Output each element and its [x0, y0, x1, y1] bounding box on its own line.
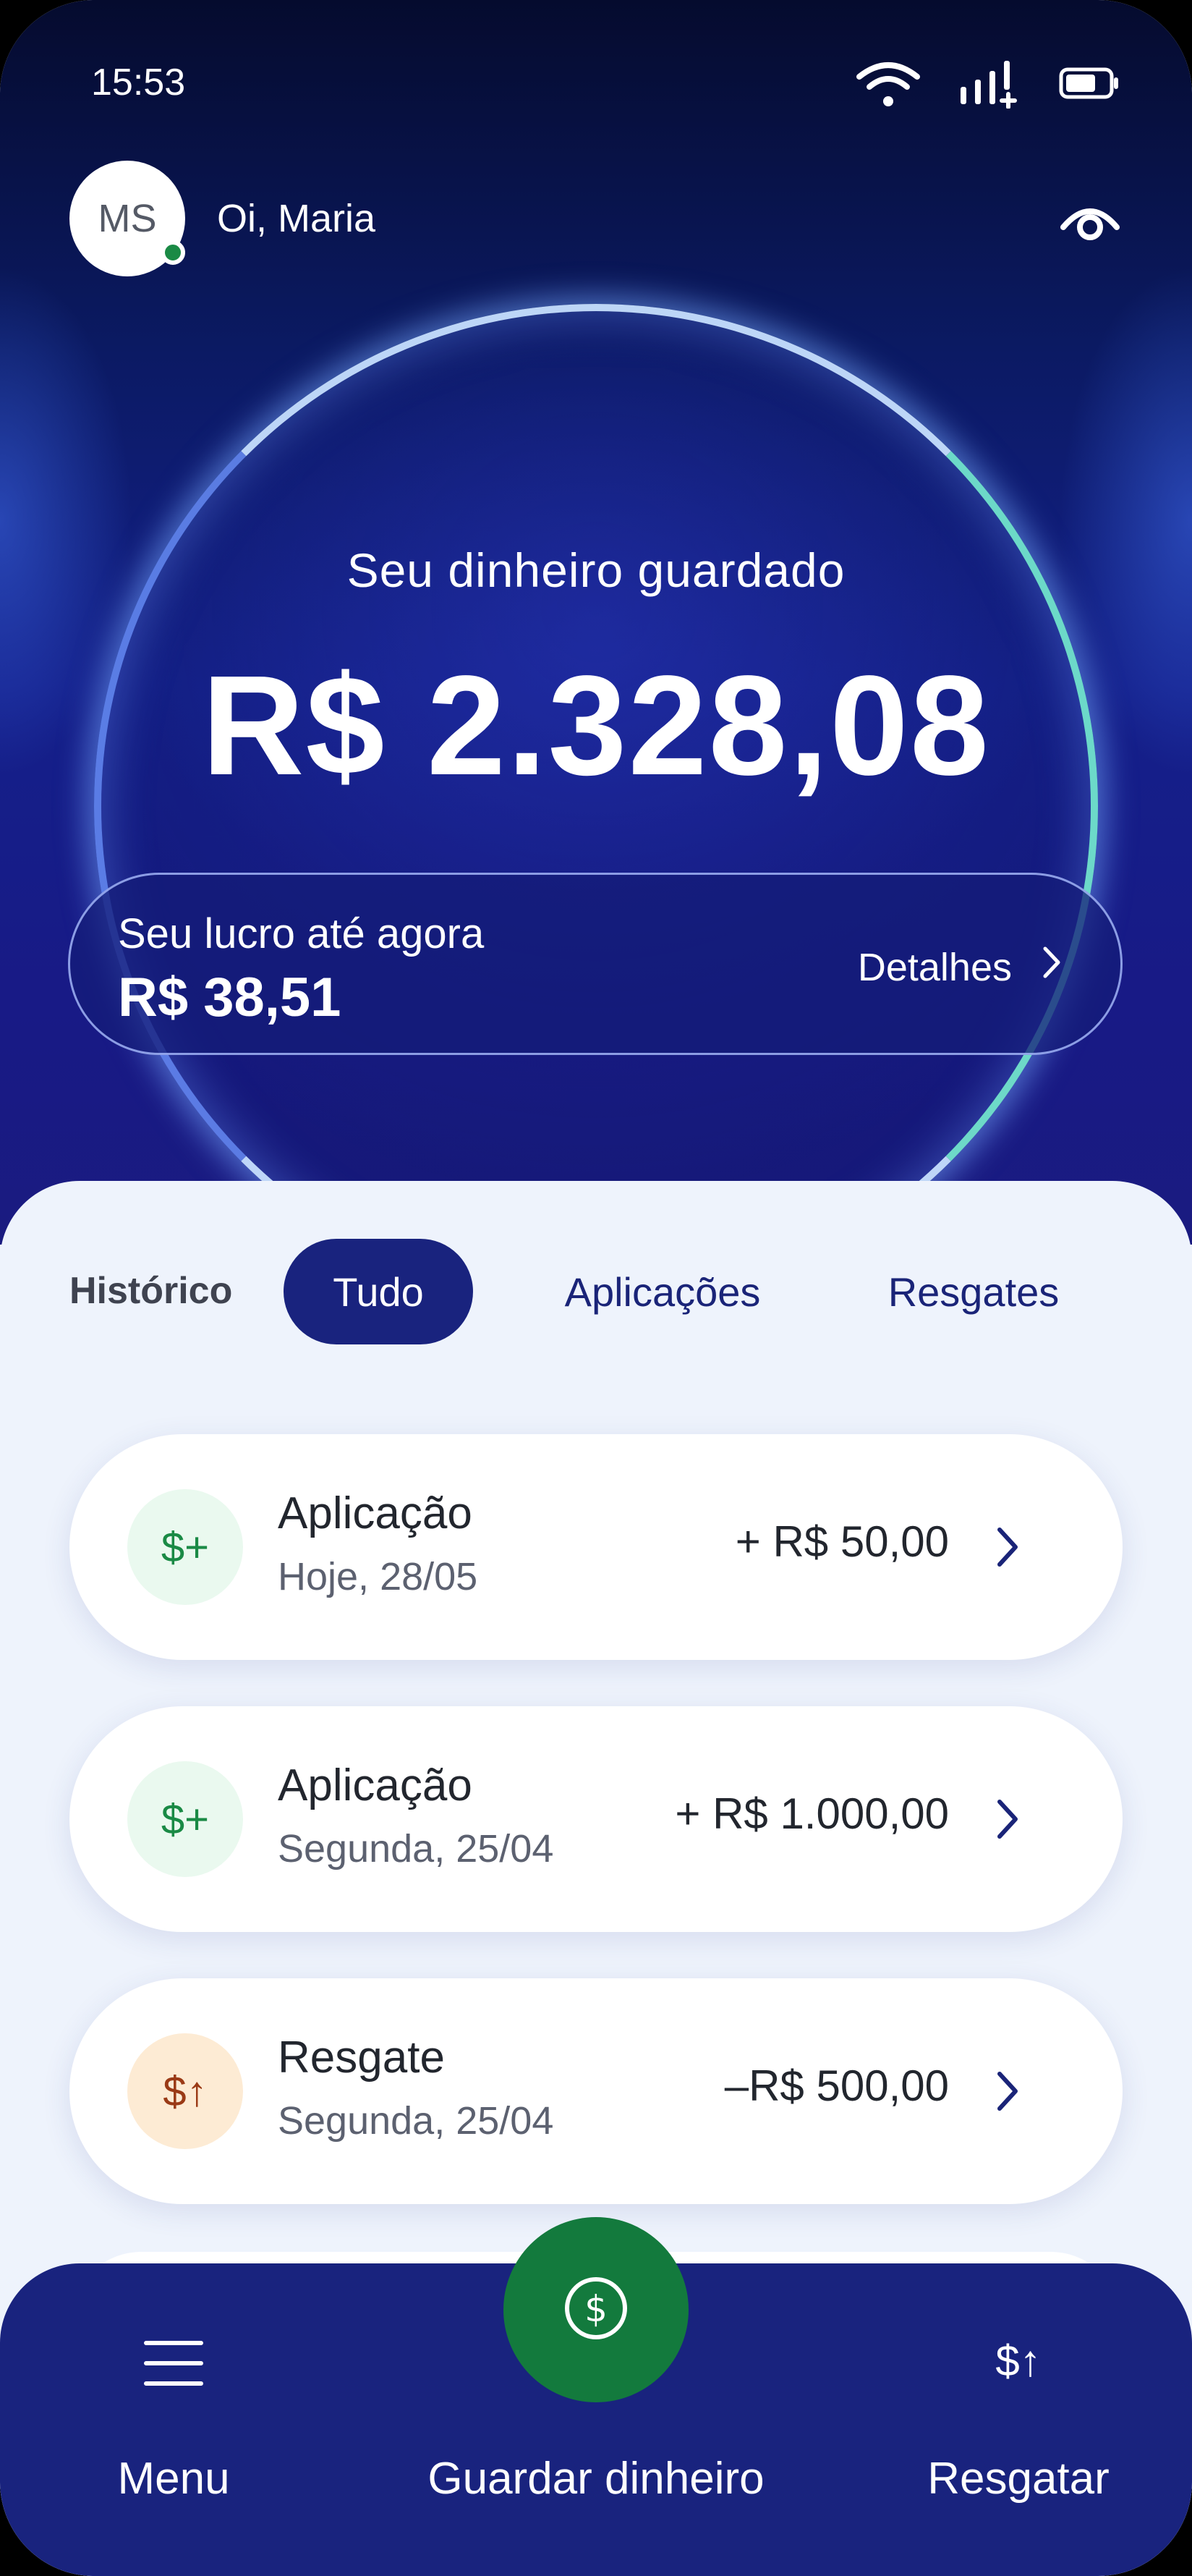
transaction-row[interactable]: $↑ Resgate Segunda, 25/04 –R$ 500,00 — [69, 1978, 1123, 2204]
avatar[interactable]: MS — [69, 161, 185, 276]
transaction-amount: + R$ 50,00 — [735, 1517, 949, 1566]
transaction-date: Segunda, 25/04 — [278, 2099, 554, 2143]
withdraw-nav-icon: $↑ — [995, 2336, 1042, 2385]
menu-label: Menu — [117, 2454, 230, 2504]
withdraw-icon: $↑ — [127, 2033, 243, 2149]
dollar-coin-icon: $ — [561, 2274, 631, 2347]
hero-section: 15:53 MS Oi, Maria Seu dinheiro guardado… — [0, 0, 1192, 1308]
transaction-amount: + R$ 1.000,00 — [675, 1789, 949, 1838]
profit-label: Seu lucro até agora — [118, 910, 485, 957]
transaction-title: Aplicação — [278, 1488, 472, 1538]
battery-icon — [1059, 67, 1120, 99]
filter-chip-applications[interactable]: Aplicações — [532, 1239, 793, 1344]
transaction-title: Resgate — [278, 2033, 445, 2083]
eye-icon — [1057, 208, 1123, 258]
profit-value: R$ 38,51 — [118, 967, 341, 1028]
hamburger-menu-icon — [143, 2336, 204, 2394]
filter-chip-withdrawals[interactable]: Resgates — [858, 1239, 1089, 1344]
chevron-right-icon — [985, 1792, 1029, 1847]
details-label: Detalhes — [857, 945, 1012, 989]
transaction-amount: –R$ 500,00 — [724, 2062, 949, 2110]
status-bar: 15:53 — [0, 0, 1192, 159]
history-filter-bar: Histórico Tudo Aplicações Resgates — [69, 1239, 1123, 1344]
history-label: Histórico — [69, 1270, 233, 1312]
transaction-list: $+ Aplicação Hoje, 28/05 + R$ 50,00 $+ A… — [69, 1434, 1123, 2250]
transaction-row[interactable]: $+ Aplicação Hoje, 28/05 + R$ 50,00 — [69, 1434, 1123, 1660]
save-money-button[interactable]: $ — [503, 2217, 689, 2402]
wifi-icon — [855, 58, 921, 109]
withdraw-label: Resgatar — [927, 2454, 1110, 2504]
details-link[interactable]: Detalhes — [858, 944, 1063, 990]
greeting-text: Oi, Maria — [217, 197, 376, 240]
deposit-icon: $+ — [127, 1761, 243, 1877]
deposit-icon: $+ — [127, 1489, 243, 1605]
filter-chip-all[interactable]: Tudo — [284, 1239, 473, 1344]
user-header: MS Oi, Maria — [69, 161, 375, 276]
online-status-dot — [161, 240, 185, 265]
transaction-title: Aplicação — [278, 1761, 472, 1810]
status-icons — [855, 58, 1120, 109]
transaction-date: Hoje, 28/05 — [278, 1555, 478, 1598]
phone-screen: 15:53 MS Oi, Maria Seu dinheiro guardado… — [0, 0, 1192, 2576]
toggle-visibility-button[interactable] — [1057, 190, 1123, 255]
svg-text:$: $ — [584, 2288, 608, 2330]
balance-label: Seu dinheiro guardado — [346, 543, 846, 597]
withdraw-button[interactable]: $↑ Resgatar — [874, 2263, 1163, 2576]
cellular-signal-icon — [958, 58, 1023, 109]
menu-button[interactable]: Menu — [29, 2263, 318, 2576]
balance-value: R$ 2.328,08 — [202, 646, 990, 805]
transaction-date: Segunda, 25/04 — [278, 1827, 554, 1870]
chevron-right-icon — [985, 2064, 1029, 2119]
save-money-label: Guardar dinheiro — [427, 2454, 765, 2504]
chevron-right-icon — [985, 1520, 1029, 1575]
transaction-row[interactable]: $+ Aplicação Segunda, 25/04 + R$ 1.000,0… — [69, 1706, 1123, 1932]
chevron-right-icon — [1041, 944, 1063, 990]
avatar-initials: MS — [98, 197, 157, 240]
profit-card[interactable]: Seu lucro até agora R$ 38,51 Detalhes — [68, 873, 1123, 1055]
status-time: 15:53 — [91, 62, 186, 103]
